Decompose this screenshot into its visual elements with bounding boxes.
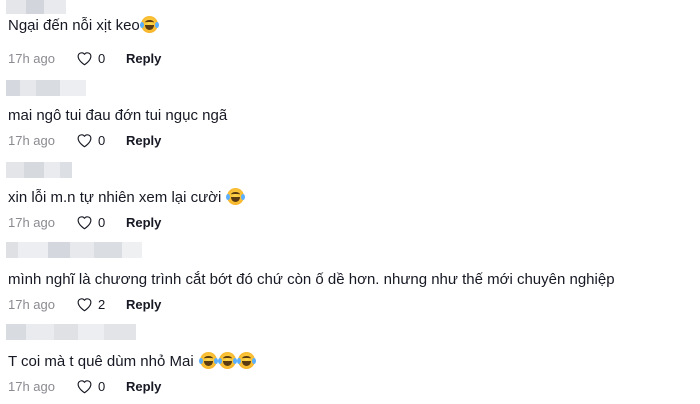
comment-text: mai ngô tui đau đớn tui ngục ngã	[8, 106, 227, 126]
heart-outline-icon	[77, 380, 92, 394]
like-button[interactable]: 0	[76, 132, 126, 148]
like-button[interactable]: 0	[76, 214, 126, 230]
heart-outline-icon	[77, 216, 92, 230]
comment-meta: 17h ago 0 Reply	[8, 377, 161, 395]
heart-outline-icon	[77, 298, 92, 312]
laughing-tears-emoji-icon	[236, 352, 256, 369]
comment-item: Ngại đến nỗi xịt keo 17h ago 0 Reply	[0, 0, 700, 74]
comment-text-content: mình nghĩ là chương trình cắt bớt đó chứ…	[8, 271, 615, 288]
heart-outline-icon	[77, 134, 92, 148]
comment-time: 17h ago	[8, 132, 55, 148]
comment-item: xin lỗi m.n tự nhiên xem lại cười 17h ag…	[0, 156, 700, 238]
laughing-tears-emoji-icon	[226, 188, 246, 205]
laughing-tears-emoji-icon	[217, 352, 237, 369]
comment-item: mai ngô tui đau đớn tui ngục ngã 17h ago…	[0, 74, 700, 156]
comment-time: 17h ago	[8, 50, 55, 66]
username-blurred[interactable]	[6, 80, 86, 96]
comment-time: 17h ago	[8, 296, 55, 312]
reply-button[interactable]: Reply	[126, 133, 161, 148]
username-blurred[interactable]	[6, 162, 72, 178]
comment-item: T coi mà t quê dùm nhỏ Mai 17h ago 0 Rep…	[0, 320, 700, 402]
like-button[interactable]: 0	[76, 378, 126, 394]
like-count: 0	[98, 132, 106, 148]
reply-button[interactable]: Reply	[126, 297, 161, 312]
like-count: 0	[98, 378, 106, 394]
like-count: 2	[98, 296, 106, 312]
username-blurred[interactable]	[6, 324, 136, 340]
comment-text-content: mai ngô tui đau đớn tui ngục ngã	[8, 107, 228, 124]
like-count: 0	[98, 214, 106, 230]
comment-meta: 17h ago 0 Reply	[8, 49, 161, 67]
like-button[interactable]: 0	[76, 50, 126, 66]
comment-text: Ngại đến nỗi xịt keo	[8, 16, 159, 36]
username-blurred[interactable]	[6, 0, 66, 14]
comment-meta: 17h ago 0 Reply	[8, 213, 161, 231]
reply-button[interactable]: Reply	[126, 51, 161, 66]
comment-text-content: T coi mà t quê dùm nhỏ Mai	[8, 353, 194, 370]
heart-outline-icon	[77, 52, 92, 66]
reply-button[interactable]: Reply	[126, 215, 161, 230]
reply-button[interactable]: Reply	[126, 379, 161, 394]
comment-time: 17h ago	[8, 378, 55, 394]
laughing-tears-emoji-icon	[198, 352, 218, 369]
comment-item: mình nghĩ là chương trình cắt bớt đó chứ…	[0, 238, 700, 320]
comment-text: xin lỗi m.n tự nhiên xem lại cười	[8, 188, 246, 208]
comment-meta: 17h ago 0 Reply	[8, 131, 161, 149]
like-button[interactable]: 2	[76, 296, 126, 312]
comment-text-content: Ngại đến nỗi xịt keo	[8, 17, 140, 34]
comment-meta: 17h ago 2 Reply	[8, 295, 161, 313]
like-count: 0	[98, 50, 106, 66]
comment-text: T coi mà t quê dùm nhỏ Mai	[8, 352, 256, 372]
comment-text-content: xin lỗi m.n tự nhiên xem lại cười	[8, 189, 222, 206]
comment-time: 17h ago	[8, 214, 55, 230]
comment-text: mình nghĩ là chương trình cắt bớt đó chứ…	[8, 270, 615, 290]
username-blurred[interactable]	[6, 242, 142, 258]
laughing-tears-emoji-icon	[139, 16, 159, 33]
